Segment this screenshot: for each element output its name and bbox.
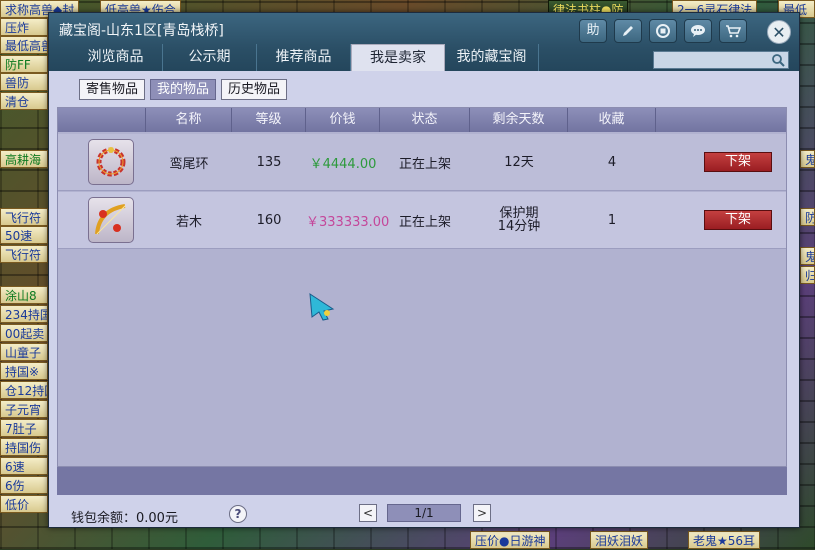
days-left-line: 14分钟 [497, 219, 541, 234]
bg-stall-sign: 鬼 [800, 150, 815, 168]
table-header: 名称 等级 价钱 状态 剩余天数 收藏 [58, 108, 786, 132]
bg-stall-sign: 6速 [0, 457, 48, 475]
subtab-my-items[interactable]: 我的物品 [150, 79, 217, 100]
bg-stall-sign: 6伤 [0, 476, 48, 494]
red-bead-bracelet-icon[interactable] [88, 139, 134, 185]
items-table: 名称 等级 价钱 状态 剩余天数 收藏 鸾尾环 135 ￥4444.00 正在上… [57, 107, 787, 467]
golden-bow-icon[interactable] [88, 197, 134, 243]
bg-stall-sign: 持国伤 [0, 438, 48, 456]
bg-stall-sign: 子元宵 [0, 400, 48, 418]
bg-stall-sign: 涂山8 [0, 286, 48, 304]
stop-circle-icon [656, 24, 670, 38]
column-header-level: 等级 [232, 108, 306, 132]
sub-tabs: 寄售物品 我的物品 历史物品 [79, 79, 288, 100]
item-name: 若木 [175, 214, 202, 230]
game-cursor-icon [309, 293, 335, 321]
item-level: 135 [256, 154, 282, 170]
help-assistant-button[interactable]: 助 [579, 19, 607, 43]
bg-stall-sign: 持国※ [0, 362, 48, 380]
item-favorites: 4 [607, 154, 617, 170]
item-status: 正在上架 [398, 156, 451, 172]
tab-recommended[interactable]: 推荐商品 [257, 44, 351, 71]
close-button[interactable]: ✕ [767, 20, 791, 44]
unlist-button[interactable]: 下架 [704, 152, 772, 172]
bg-stall-sign: 归 [800, 266, 815, 284]
record-button[interactable] [649, 19, 677, 43]
table-row[interactable]: 若木 160 ￥333333.00 正在上架 保护期 14分钟 1 下架 [58, 192, 786, 249]
window-title: 藏宝阁-山东1区[青岛栈桥] [59, 23, 224, 39]
prev-page-button[interactable]: < [359, 504, 377, 522]
bg-stall-sign: 50速 [0, 226, 48, 244]
chat-bubble-icon [691, 25, 705, 37]
bg-stall-sign: 00起卖 [0, 324, 48, 342]
item-status: 正在上架 [398, 214, 451, 230]
column-header-days-left: 剩余天数 [470, 108, 568, 132]
edit-button[interactable] [614, 19, 642, 43]
wallet-balance: 钱包余额：0.00元 [71, 511, 178, 526]
column-header-icon [58, 108, 146, 132]
bg-stall-sign: 7肚子 [0, 419, 48, 437]
bg-stall-sign: 山童子 [0, 343, 48, 361]
column-header-action [656, 108, 786, 132]
item-level: 160 [256, 212, 282, 228]
column-header-name: 名称 [146, 108, 232, 132]
bg-stall-sign: 防 [800, 208, 815, 226]
table-row[interactable]: 鸾尾环 135 ￥4444.00 正在上架 12天 4 下架 [58, 134, 786, 191]
bg-stall-sign: 兽防 [0, 73, 48, 91]
search-input[interactable] [656, 52, 768, 68]
item-price: ￥4444.00 [309, 156, 377, 172]
unlist-button[interactable]: 下架 [704, 210, 772, 230]
bg-stall-sign: 清仓 [0, 92, 48, 110]
table-footer-bar [57, 467, 787, 495]
message-button[interactable] [684, 19, 712, 43]
pencil-icon [623, 26, 633, 36]
page-indicator: 1/1 [387, 504, 461, 522]
bg-stall-sign: 老鬼★56耳 [688, 531, 761, 549]
bg-stall-sign: 防FF [0, 55, 48, 73]
bg-stall-sign: 飞行符 [0, 245, 48, 263]
item-days-left: 保护期 14分钟 [470, 207, 568, 233]
tab-my-pavilion[interactable]: 我的藏宝阁 [445, 44, 539, 71]
help-icon[interactable]: ? [229, 505, 247, 523]
main-tabs: 浏览商品 公示期 推荐商品 我是卖家 我的藏宝阁 [69, 44, 539, 71]
days-left-line: 12天 [504, 154, 534, 170]
bg-stall-sign: 飞行符 [0, 208, 48, 226]
window-header: 藏宝阁-山东1区[青岛栈桥] 助 ✕ 浏览商品 公示期 推荐商品 我是卖家 我的… [49, 13, 799, 71]
shopping-cart-icon [726, 25, 742, 38]
column-header-status: 状态 [380, 108, 470, 132]
column-header-favorites: 收藏 [568, 108, 656, 132]
item-favorites: 1 [607, 212, 617, 228]
next-page-button[interactable]: > [473, 504, 491, 522]
search-icon[interactable] [771, 53, 785, 67]
bg-stall-sign: 最低高兽 [0, 36, 48, 54]
bg-stall-sign: 压炸 [0, 18, 48, 36]
bg-stall-sign: 压价●日游神 [470, 531, 551, 549]
item-days-left: 12天 [470, 156, 568, 169]
item-price: ￥333333.00 [306, 214, 390, 230]
bg-stall-sign: 高耕海 [0, 150, 48, 168]
tab-seller[interactable]: 我是卖家 [351, 44, 445, 71]
cart-button[interactable] [719, 19, 747, 43]
bg-stall-sign: 234持国 [0, 305, 48, 323]
tab-browse[interactable]: 浏览商品 [69, 44, 163, 71]
item-name: 鸾尾环 [169, 156, 209, 172]
subtab-consigned-items[interactable]: 寄售物品 [79, 79, 146, 100]
treasure-pavilion-window: 藏宝阁-山东1区[青岛栈桥] 助 ✕ 浏览商品 公示期 推荐商品 我是卖家 我的… [48, 12, 800, 528]
tab-public-notice[interactable]: 公示期 [163, 44, 257, 71]
bg-stall-sign: 低价 [0, 495, 48, 513]
search-box [653, 51, 789, 69]
bg-stall-sign: 泪妖泪妖 [590, 531, 649, 549]
bg-stall-sign: 仓12持国 [0, 381, 48, 399]
bg-stall-sign: 鬼 [800, 247, 815, 265]
column-header-price: 价钱 [306, 108, 380, 132]
subtab-history-items[interactable]: 历史物品 [221, 79, 288, 100]
